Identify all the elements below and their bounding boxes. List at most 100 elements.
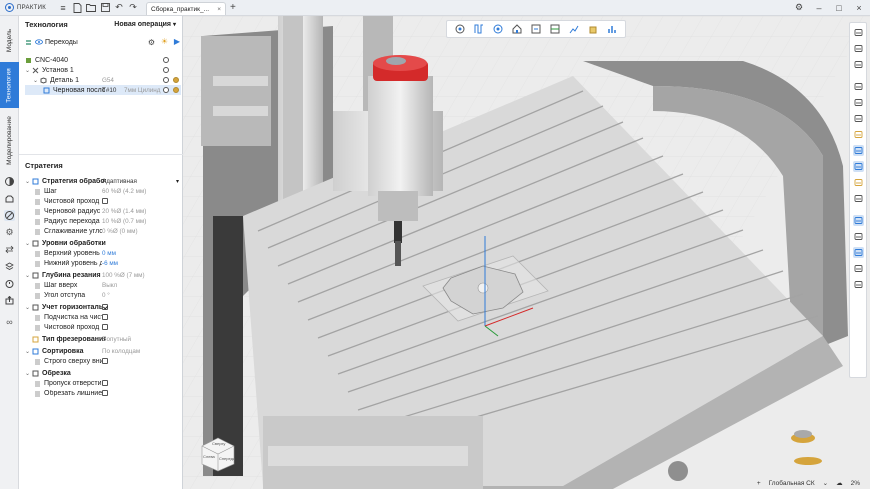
- strategy-group[interactable]: ⌄ Учет горизонтальн: [25, 302, 181, 312]
- settings-icon[interactable]: ⚙: [148, 38, 155, 47]
- param-value[interactable]: 10 %Ø (0.7 мм): [102, 218, 146, 225]
- view-cube-left[interactable]: Слева: [203, 454, 215, 459]
- wave-icon[interactable]: [853, 231, 864, 242]
- chevron-down-icon[interactable]: ⌄: [25, 370, 32, 377]
- param-value[interactable]: 0 мм: [102, 250, 116, 257]
- stock-icon[interactable]: [4, 193, 15, 204]
- target-icon[interactable]: [492, 24, 503, 35]
- document-tab[interactable]: Сборка_практик_... ×: [146, 2, 226, 15]
- param-checkbox[interactable]: [102, 324, 108, 330]
- group-value[interactable]: 100 %Ø (7 мм): [102, 272, 145, 279]
- chevron-down-icon[interactable]: ⌄: [25, 348, 32, 355]
- param-checkbox[interactable]: [102, 390, 108, 396]
- tree-setup[interactable]: ⌄ Установ 1: [25, 65, 181, 75]
- strategy-param[interactable]: Шаг вверх Выкл: [25, 280, 181, 290]
- globe-half-icon[interactable]: [4, 176, 15, 187]
- group-value[interactable]: Адаптивная: [102, 178, 137, 185]
- strategy-param[interactable]: Обрезать лишние: [25, 388, 181, 398]
- close-window-icon[interactable]: ×: [852, 1, 866, 15]
- new-operation-dropdown[interactable]: Новая операция ▾: [114, 21, 176, 28]
- play-icon[interactable]: ▶: [174, 37, 180, 46]
- toolpath-view-icon[interactable]: [853, 145, 864, 156]
- strategy-group[interactable]: ⌄ Обрезка: [25, 368, 181, 378]
- strategy-group[interactable]: ⌄ Глубина резания 100 %Ø (7 мм): [25, 270, 181, 280]
- part-visibility-toggle[interactable]: [163, 77, 169, 83]
- eye-icon[interactable]: [35, 38, 43, 46]
- gear-icon[interactable]: ⚙: [4, 227, 15, 238]
- machine-view-icon[interactable]: [853, 81, 864, 92]
- tree-operation[interactable]: Черновая посло... T#10 7мм Цилинд: [25, 85, 181, 95]
- strategy-param[interactable]: Сглаживание угло 0 %Ø (0 мм): [25, 226, 181, 236]
- cloud-icon[interactable]: ☁: [836, 479, 843, 487]
- strategy-group[interactable]: Тип фрезерования Попутный: [25, 334, 181, 344]
- chevron-down-icon[interactable]: ⌄: [25, 272, 32, 279]
- book-open-icon[interactable]: [853, 279, 864, 290]
- chevron-down-icon[interactable]: ⌄: [25, 67, 32, 74]
- add-tab-icon[interactable]: +: [230, 2, 236, 13]
- cube-icon[interactable]: [853, 59, 864, 70]
- strategy-param[interactable]: Угол отступа 0 °: [25, 290, 181, 300]
- tool-holder-icon[interactable]: [853, 129, 864, 140]
- param-value[interactable]: 60 %Ø (4.2 мм): [102, 188, 146, 195]
- tool-icon[interactable]: [4, 210, 15, 221]
- transfer-icon[interactable]: [4, 244, 15, 255]
- setup-visibility-toggle[interactable]: [163, 67, 169, 73]
- timer-icon[interactable]: [4, 278, 15, 289]
- undo-icon[interactable]: ↶: [112, 1, 126, 15]
- chevron-down-icon[interactable]: ⌄: [25, 240, 32, 247]
- open-folder-icon[interactable]: [84, 1, 98, 15]
- minimize-icon[interactable]: –: [812, 1, 826, 15]
- chevron-down-icon[interactable]: ⌄: [823, 479, 828, 487]
- sphere-icon[interactable]: [853, 43, 864, 54]
- strategy-param[interactable]: Пропуск отверсти: [25, 378, 181, 388]
- tab-modeling[interactable]: Моделирование: [0, 112, 19, 168]
- fixture-icon[interactable]: [853, 113, 864, 124]
- strategy-param[interactable]: Черновой радиус 20 %Ø (1.4 мм): [25, 206, 181, 216]
- param-value[interactable]: 0 %Ø (0 мм): [102, 228, 138, 235]
- tab-technology[interactable]: Технология: [0, 62, 19, 108]
- strategy-param[interactable]: Подчистка на чист: [25, 312, 181, 322]
- view-cube[interactable]: Слева Спереди Сверху: [200, 436, 236, 472]
- section-icon[interactable]: [550, 24, 561, 35]
- param-value[interactable]: 0 °: [102, 292, 110, 299]
- part-view-icon[interactable]: [853, 161, 864, 172]
- strategy-group[interactable]: ⌄ Уровни обработки: [25, 238, 181, 248]
- chevron-down-icon[interactable]: ⌄: [25, 178, 32, 185]
- 3d-viewport[interactable]: Слева Спереди Сверху: [183, 16, 870, 489]
- view-cube-front[interactable]: Спереди: [219, 456, 235, 461]
- more-icon[interactable]: ∞: [4, 316, 15, 327]
- group-value[interactable]: Попутный: [102, 336, 131, 343]
- param-checkbox[interactable]: [102, 358, 108, 364]
- tab-model[interactable]: Модель: [0, 20, 19, 60]
- group-checkbox[interactable]: [102, 304, 108, 310]
- tree-machine[interactable]: CNC-4040: [25, 55, 181, 65]
- param-checkbox[interactable]: [102, 198, 108, 204]
- stack-icon[interactable]: [4, 261, 15, 272]
- chevron-down-icon[interactable]: ⌄: [33, 77, 40, 84]
- grid-icon[interactable]: [853, 193, 864, 204]
- tree-part[interactable]: ⌄ Деталь 1 G54: [25, 75, 181, 85]
- save-icon[interactable]: [98, 1, 112, 15]
- machine-visibility-toggle[interactable]: [163, 57, 169, 63]
- strategy-param[interactable]: Строго сверху вни: [25, 356, 181, 366]
- book-icon[interactable]: [853, 263, 864, 274]
- strategy-param[interactable]: Чистовой проход: [25, 322, 181, 332]
- menu-icon[interactable]: ≡: [56, 1, 70, 15]
- param-value[interactable]: Выкл: [102, 282, 117, 289]
- stock-view-icon[interactable]: [588, 24, 599, 35]
- coordinate-system-selector[interactable]: Глобальная СК: [769, 480, 815, 487]
- strategy-param[interactable]: Верхний уровень 0 мм: [25, 248, 181, 258]
- simulate-icon[interactable]: [454, 24, 465, 35]
- param-value[interactable]: 20 %Ø (1.4 мм): [102, 208, 146, 215]
- strategy-group[interactable]: ⌄ Сортировка По колодцам: [25, 346, 181, 356]
- param-checkbox[interactable]: [102, 314, 108, 320]
- measure-icon[interactable]: [530, 24, 541, 35]
- param-value[interactable]: -6 мм: [102, 260, 118, 267]
- strategy-param[interactable]: Чистовой проход: [25, 196, 181, 206]
- layer-icon[interactable]: [853, 247, 864, 258]
- chevron-down-icon[interactable]: ⌄: [25, 304, 32, 311]
- transitions-row[interactable]: Переходы ⚙ ☀ ▶: [25, 37, 181, 47]
- strategy-param[interactable]: Нижний уровень д -6 мм: [25, 258, 181, 268]
- strategy-group[interactable]: ⌄ Стратегия обработ Адаптивная ▾: [25, 176, 181, 186]
- new-file-icon[interactable]: [70, 1, 84, 15]
